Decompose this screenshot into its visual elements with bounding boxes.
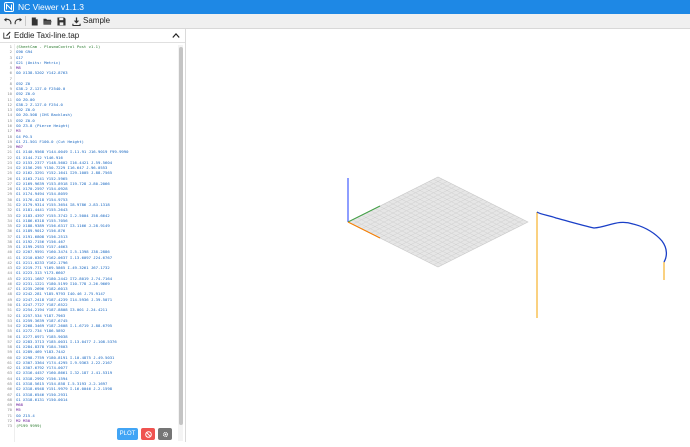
sample-label: Sample — [83, 16, 111, 25]
gcode-editor[interactable]: 1 (SheetCam - PlasmaControl Post v1.1) 2 G9… — [0, 44, 185, 442]
new-file-icon — [31, 16, 38, 26]
scrollbar-thumb[interactable] — [178, 47, 183, 425]
viewport-canvas[interactable] — [186, 29, 690, 442]
3d-viewport[interactable] — [186, 29, 690, 442]
undo-button[interactable] — [3, 15, 12, 27]
redo-icon — [14, 17, 23, 24]
stop-button[interactable] — [141, 428, 155, 440]
save-icon — [57, 16, 66, 26]
plot-button[interactable]: PLOT — [117, 428, 138, 440]
editor-panel: Eddie Taxi-line.tap 1 (SheetCam - PlasmaC… — [0, 29, 186, 442]
toolbar-separator — [25, 16, 26, 26]
settings-button[interactable] — [158, 428, 172, 440]
sample-button[interactable]: Sample — [72, 15, 110, 27]
workspace-grid — [347, 176, 529, 268]
redo-button[interactable] — [14, 15, 23, 27]
file-header: Eddie Taxi-line.tap — [0, 29, 185, 43]
stop-icon — [144, 430, 152, 438]
app-title: NC Viewer v1.1.3 — [18, 2, 84, 12]
code-text: (P199 9999) — [16, 423, 42, 429]
file-name: Eddie Taxi-line.tap — [14, 31, 80, 40]
line-number: 73 — [7, 423, 12, 429]
title-bar: NC Viewer v1.1.3 — [0, 0, 690, 14]
open-folder-icon — [43, 18, 52, 25]
download-icon — [72, 16, 81, 26]
code-line[interactable]: 73 (P199 9999) — [0, 423, 185, 428]
chevron-up-icon[interactable] — [172, 32, 180, 39]
open-file-button[interactable] — [43, 15, 52, 27]
editor-scrollbar[interactable] — [178, 45, 183, 441]
toolpath-curve — [536, 211, 668, 263]
app-logo-icon — [4, 2, 14, 12]
save-button[interactable] — [57, 15, 66, 27]
new-file-button[interactable] — [30, 15, 39, 27]
gear-icon — [162, 431, 168, 437]
toolbar: Sample — [0, 14, 690, 29]
edit-icon — [3, 31, 11, 39]
undo-icon — [3, 17, 12, 24]
